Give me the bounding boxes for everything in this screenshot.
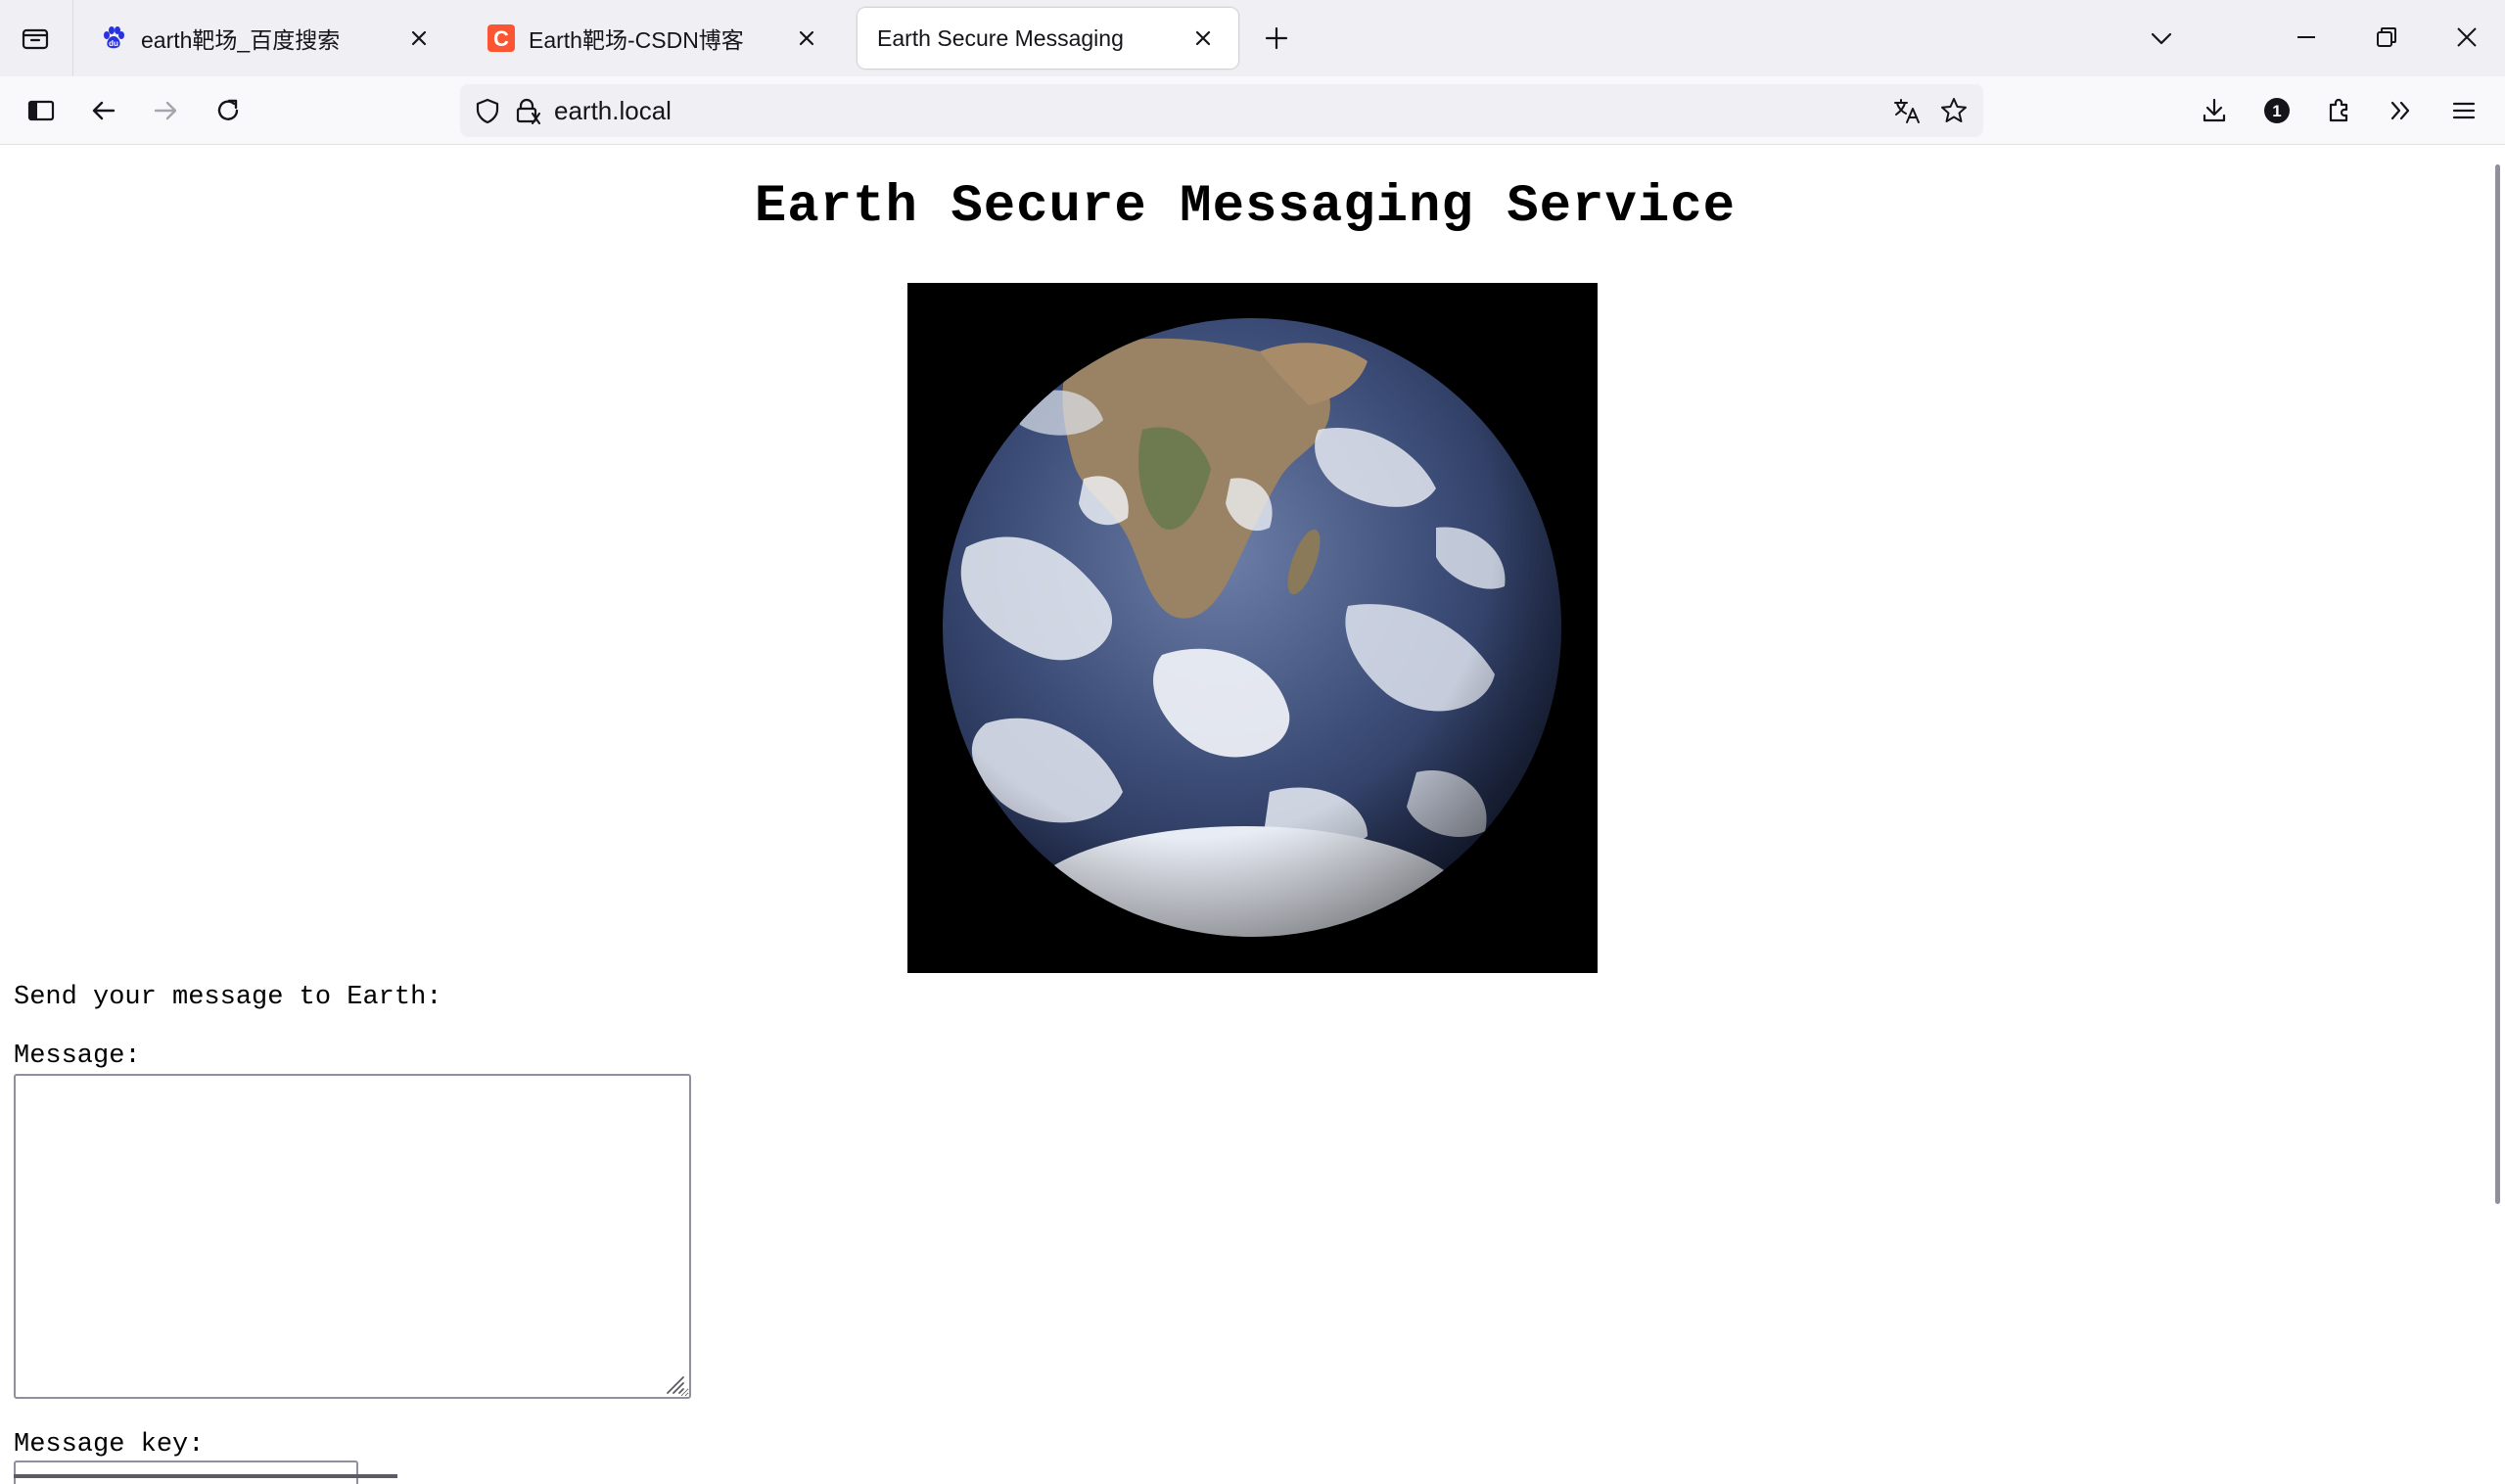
password-manager-icon: 1 <box>2264 98 2290 123</box>
insecure-lock-icon[interactable] <box>509 93 544 128</box>
svg-text:1: 1 <box>2272 102 2281 120</box>
bookmark-star-icon[interactable] <box>1936 93 1972 128</box>
svg-text:C: C <box>493 26 509 51</box>
app-menu-button[interactable] <box>2441 88 2486 133</box>
list-all-tabs-button[interactable] <box>2140 17 2183 60</box>
csdn-c-icon: C <box>487 24 515 52</box>
url-text[interactable]: earth.local <box>554 96 1889 126</box>
reload-button[interactable] <box>206 88 251 133</box>
close-icon <box>799 30 814 46</box>
download-icon <box>2203 98 2226 122</box>
tab-list-button[interactable] <box>14 17 57 60</box>
close-icon <box>1195 30 1211 46</box>
baidu-paw-icon: du <box>100 24 127 52</box>
overflow-icon <box>2390 101 2410 120</box>
extensions-button[interactable] <box>2317 88 2362 133</box>
tab-baidu-search[interactable]: du earth靶场_百度搜索 <box>80 8 454 69</box>
forward-icon <box>154 101 177 120</box>
chevron-down-icon <box>2151 32 2172 45</box>
tab-earth-secure-messaging[interactable]: Earth Secure Messaging <box>858 8 1238 69</box>
earth-image <box>907 283 1598 973</box>
extensions-icon <box>2329 98 2348 122</box>
tracking-protection-shield-icon[interactable] <box>470 93 505 128</box>
tab-separator <box>72 0 73 76</box>
sidebar-toggle-button[interactable] <box>19 88 64 133</box>
restore-button[interactable] <box>2357 10 2416 65</box>
message-textarea[interactable] <box>14 1074 691 1399</box>
tab-strip: du earth靶场_百度搜索 C Earth靶场-CSDN博客 Earth S… <box>0 0 2505 76</box>
key-input-focus-line <box>14 1474 397 1478</box>
close-window-button[interactable] <box>2437 10 2496 65</box>
message-label: Message: <box>14 1042 141 1071</box>
tab-title: Earth靶场-CSDN博客 <box>529 27 744 53</box>
intro-text: Send your message to Earth: <box>14 983 442 1012</box>
menu-icon <box>2452 102 2476 119</box>
tab-list-icon <box>22 28 49 50</box>
back-icon <box>92 101 116 120</box>
page-title: Earth Secure Messaging Service <box>754 177 1737 237</box>
tab-title: Earth Secure Messaging <box>877 24 1124 51</box>
navigation-toolbar: earth.local 1 <box>0 76 2505 145</box>
forward-button[interactable] <box>143 88 188 133</box>
close-tab-button[interactable] <box>1187 23 1219 54</box>
minimize-icon <box>2297 36 2315 38</box>
message-key-label: Message key: <box>14 1430 205 1460</box>
new-tab-button[interactable] <box>1255 17 1298 60</box>
downloads-button[interactable] <box>2192 88 2237 133</box>
vertical-scrollbar-thumb[interactable] <box>2495 164 2500 1204</box>
back-button[interactable] <box>81 88 126 133</box>
sidebar-icon <box>27 100 55 121</box>
tab-csdn-blog[interactable]: C Earth靶场-CSDN博客 <box>468 8 842 69</box>
plus-icon <box>1265 26 1288 50</box>
close-tab-button[interactable] <box>791 23 822 54</box>
tab-title: earth靶场_百度搜索 <box>141 27 341 53</box>
close-icon <box>2457 27 2477 47</box>
restore-icon <box>2377 27 2396 47</box>
close-icon <box>411 30 427 46</box>
page-content: Earth Secure Messaging Service Send your… <box>0 146 2490 1484</box>
reload-icon <box>217 99 239 120</box>
url-bar[interactable]: earth.local <box>460 84 1983 137</box>
translate-icon[interactable] <box>1889 93 1925 128</box>
message-key-input[interactable] <box>14 1461 358 1484</box>
minimize-button[interactable] <box>2277 10 2336 65</box>
svg-text:du: du <box>109 39 118 48</box>
password-manager-button[interactable]: 1 <box>2254 88 2299 133</box>
toolbar-overflow-button[interactable] <box>2379 88 2424 133</box>
close-tab-button[interactable] <box>403 23 435 54</box>
resize-grip-icon[interactable] <box>662 1371 685 1395</box>
